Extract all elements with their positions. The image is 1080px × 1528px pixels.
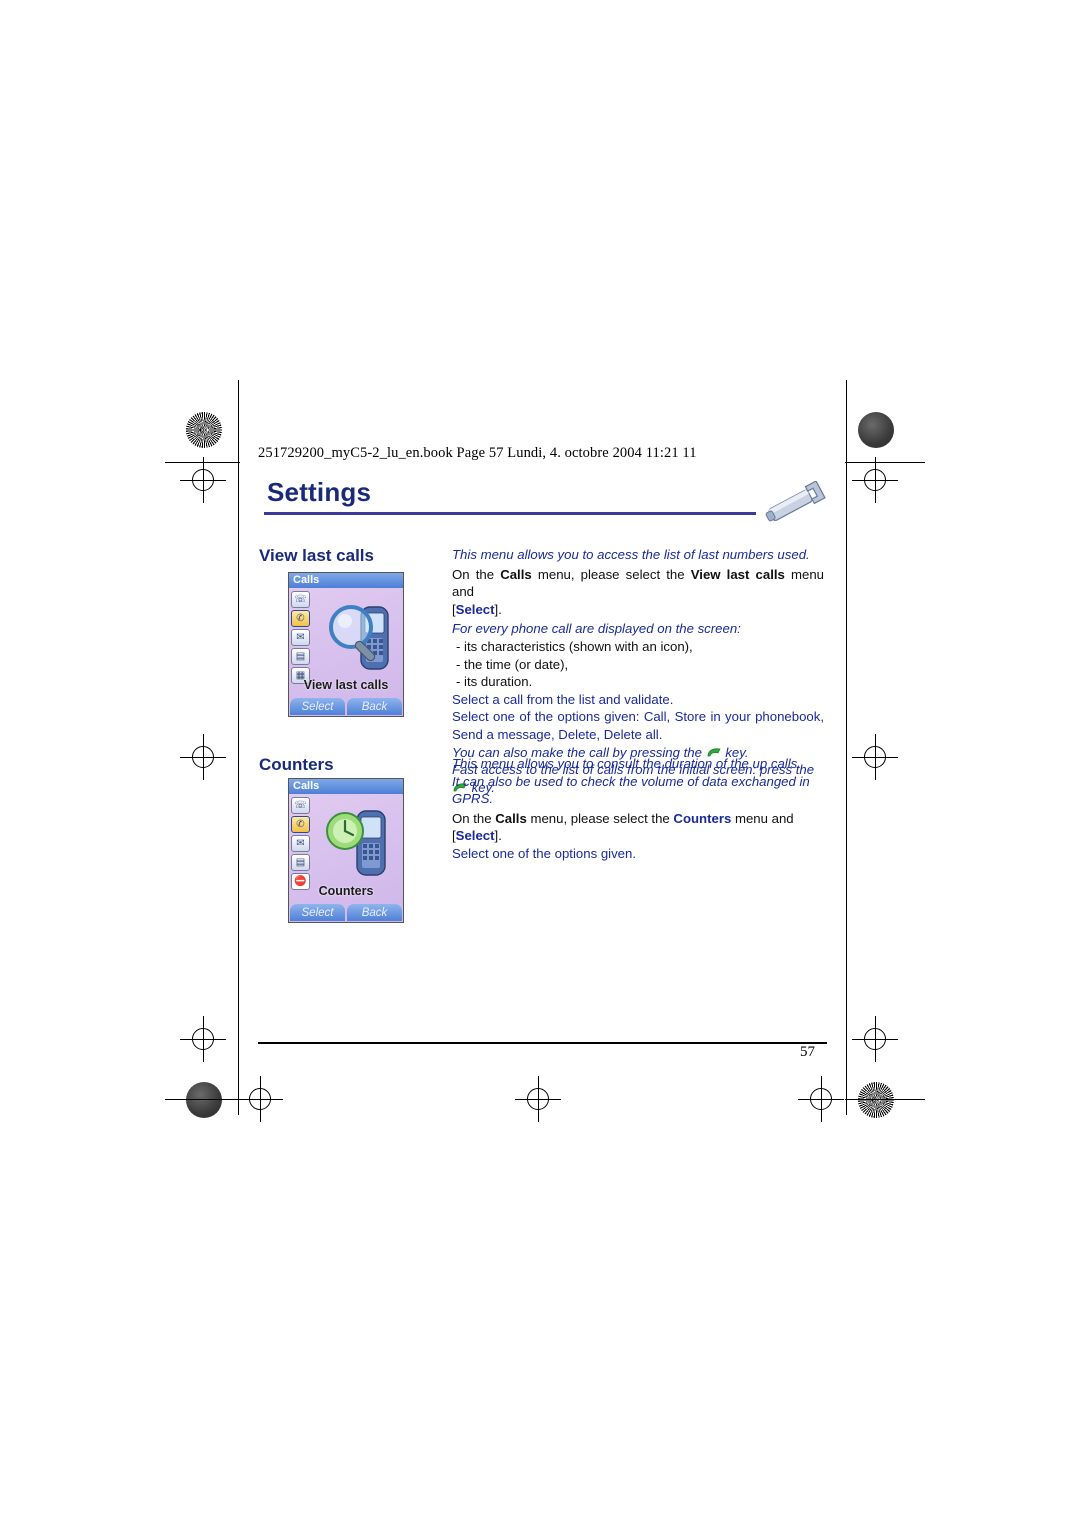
phone-menu-icon-column: ☏ ✆ ✉ ▤ ▦ xyxy=(291,591,313,686)
phone-softkey-bar-2: Select Back xyxy=(289,903,403,922)
phone-titlebar: Calls xyxy=(289,573,403,588)
phone-softkey-bar: Select Back xyxy=(289,697,403,716)
icon-settings-2: ▤ xyxy=(291,854,310,871)
registration-mark-mid-right xyxy=(852,734,898,780)
title-rule xyxy=(264,512,756,515)
icon-calls-selected: ✆ xyxy=(291,610,310,627)
phone-caption-2: Counters xyxy=(318,884,374,898)
registration-mark-top-left xyxy=(180,457,226,503)
paragraph-counters-options: Select one of the options given. xyxy=(452,845,637,861)
crop-line-bottom-right xyxy=(845,1099,925,1100)
crop-line-right xyxy=(846,380,847,1115)
footer-rule xyxy=(258,1042,827,1044)
registration-mark-top-right xyxy=(852,457,898,503)
paragraph-menu-path-cont: [Select]. xyxy=(452,601,502,617)
phone-screenshot-counters: Calls ☏ ✆ ✉ ▤ ⛔ Counters Select Back xyxy=(288,778,404,923)
paragraph-counters-gprs: It can also be used to check the volume … xyxy=(452,773,810,807)
softkey-select: Select xyxy=(290,698,345,715)
icon-calls-selected-2: ✆ xyxy=(291,816,310,833)
softkey-select-2: Select xyxy=(290,904,345,921)
wrench-icon xyxy=(765,481,826,522)
registration-mark-bottom-center xyxy=(515,1076,561,1122)
crop-line-bottom xyxy=(165,1099,245,1100)
softkey-back-2: Back xyxy=(347,904,402,921)
paragraph-for-every-call: For every phone call are displayed on th… xyxy=(452,621,741,637)
dark-dot-mark-bottom-left xyxy=(186,1082,222,1118)
softkey-back: Back xyxy=(347,698,402,715)
registration-mark-bottom-inner-left xyxy=(237,1076,283,1122)
body-copy-counters: This menu allows you to consult the dura… xyxy=(452,755,824,863)
icon-messages-2: ✉ xyxy=(291,835,310,852)
phone-screenshot-view-last-calls: Calls ☏ ✆ ✉ ▤ ▦ View last calls Select B… xyxy=(288,572,404,717)
paragraph-intro-italic: This menu allows you to access the list … xyxy=(452,547,810,562)
phone-titlebar-2: Calls xyxy=(289,779,403,794)
registration-mark-mid-left xyxy=(180,734,226,780)
section-heading-counters: Counters xyxy=(259,755,334,774)
icon-phonebook-2: ☏ xyxy=(291,797,310,814)
starburst-mark-top-left xyxy=(186,412,222,448)
registration-mark-bottom-right xyxy=(852,1016,898,1062)
registration-mark-bottom-left xyxy=(180,1016,226,1062)
page-number: 57 xyxy=(800,1044,815,1060)
page-title: Settings xyxy=(267,477,372,507)
section-heading-view-last-calls: View last calls xyxy=(259,546,374,565)
registration-mark-bottom-inner-right xyxy=(798,1076,844,1122)
bullet-duration: - its duration. xyxy=(456,674,533,690)
dark-dot-mark-top-right xyxy=(858,412,894,448)
paragraph-options-given: Select one of the options given: Call, S… xyxy=(452,709,824,742)
icon-phonebook: ☏ xyxy=(291,591,310,608)
icon-messages: ✉ xyxy=(291,629,310,646)
icon-settings: ▤ xyxy=(291,648,310,665)
paragraph-select-call: Select a call from the list and validate… xyxy=(452,691,674,707)
magnifier-over-phone-illustration xyxy=(329,605,389,670)
crop-line-left xyxy=(238,380,239,465)
starburst-mark-bottom-right xyxy=(858,1082,894,1118)
bullet-time: - the time (or date), xyxy=(456,656,569,672)
counters-phone-illustration xyxy=(326,810,386,876)
phone-menu-icon-column-2: ☏ ✆ ✉ ▤ ⛔ xyxy=(291,797,313,892)
paragraph-counters-menu-path: On the Calls menu, please select the Cou… xyxy=(452,810,794,844)
crop-line-left-2 xyxy=(238,455,239,1115)
book-header-line: 251729200_myC5-2_lu_en.book Page 57 Lund… xyxy=(258,445,697,461)
paragraph-counters-intro: This menu allows you to consult the dura… xyxy=(452,756,801,771)
phone-caption: View last calls xyxy=(303,678,389,692)
paragraph-menu-path: On the Calls menu, please select the Vie… xyxy=(452,566,824,600)
bullet-characteristics: - its characteristics (shown with an ico… xyxy=(456,638,693,654)
